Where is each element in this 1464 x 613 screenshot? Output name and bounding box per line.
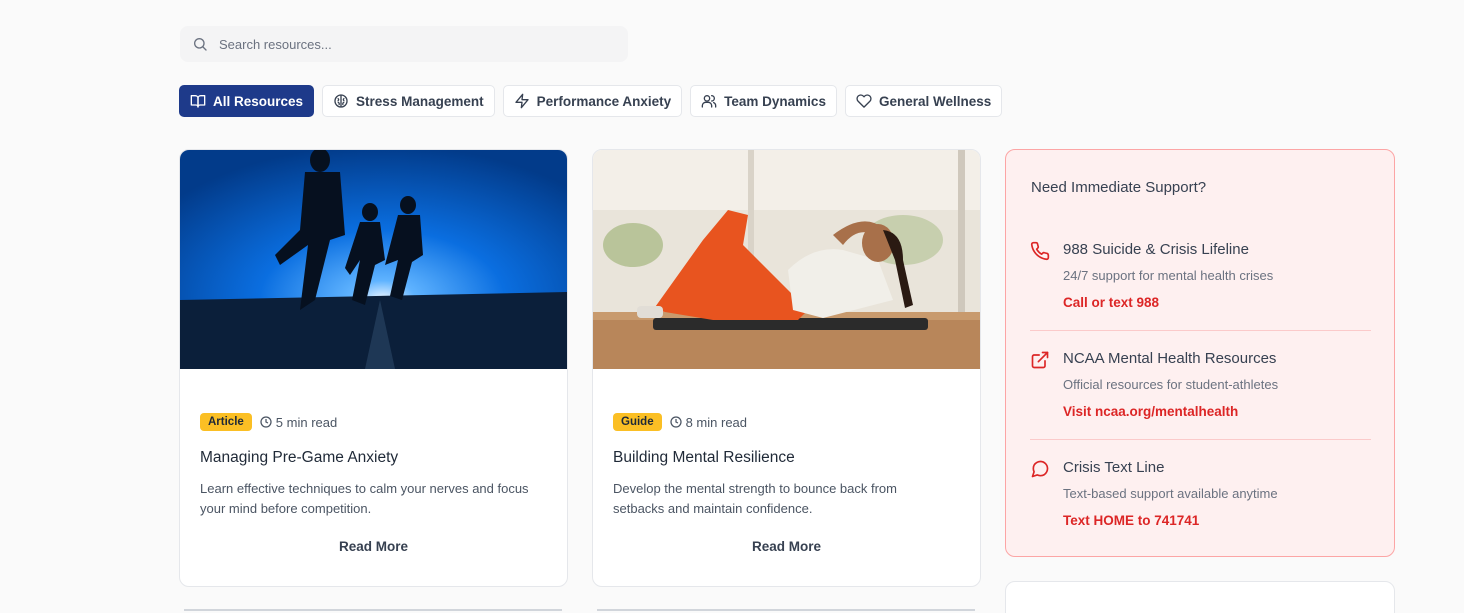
users-icon [701, 95, 717, 108]
filter-label: Stress Management [356, 93, 484, 109]
book-open-icon [190, 95, 206, 108]
support-item-link[interactable]: Visit ncaa.org/mentalhealth [1063, 404, 1238, 419]
card-meta: Article 5 min read [200, 413, 337, 431]
read-more-button[interactable]: Read More [593, 539, 980, 554]
filter-label: Performance Anxiety [536, 93, 672, 109]
support-item-description: Text-based support available anytime [1063, 486, 1278, 501]
support-item-name: Crisis Text Line [1063, 459, 1165, 476]
next-card-edge [184, 609, 562, 613]
divider [1030, 330, 1371, 331]
brain-icon [334, 94, 348, 108]
support-item-description: Official resources for student-athletes [1063, 377, 1279, 392]
card-title: Managing Pre-Game Anxiety [200, 449, 399, 466]
message-circle-icon [1031, 460, 1049, 478]
card-image-exercise [593, 150, 980, 369]
read-time: 5 min read [260, 415, 337, 430]
next-card-edge [597, 609, 975, 613]
search-bar[interactable] [180, 26, 628, 62]
card-description: Learn effective techniques to calm your … [200, 481, 529, 516]
read-time-text: 8 min read [685, 414, 748, 430]
filter-team-dynamics[interactable]: Team Dynamics [690, 85, 837, 117]
support-item-name: 988 Suicide & Crisis Lifeline [1063, 241, 1249, 258]
external-link-icon [1031, 351, 1049, 369]
filter-label: Team Dynamics [724, 93, 826, 109]
filter-label: General Wellness [878, 93, 992, 109]
type-badge: Guide [613, 413, 662, 431]
secondary-panel [1005, 581, 1395, 613]
card-description: Develop the mental strength to bounce ba… [613, 481, 897, 516]
resource-card[interactable]: Article 5 min read Managing Pre-Game Anx… [179, 149, 568, 587]
category-filters: All Resources Stress Management Performa… [179, 85, 1003, 117]
clock-icon [260, 416, 272, 428]
read-more-button[interactable]: Read More [180, 539, 567, 554]
support-item-description: 24/7 support for mental health crises [1063, 268, 1274, 283]
filter-stress-management[interactable]: Stress Management [322, 85, 495, 117]
read-time: 8 min read [669, 414, 748, 430]
support-item-link[interactable]: Call or text 988 [1063, 295, 1159, 310]
immediate-support-panel: Need Immediate Support? 988 Suicide & Cr… [1005, 149, 1395, 557]
read-time-text: 5 min read [275, 414, 338, 430]
card-meta: Guide 8 min read [613, 413, 747, 431]
search-input[interactable] [219, 36, 599, 52]
search-icon [194, 38, 207, 51]
support-item-name: NCAA Mental Health Resources [1063, 350, 1277, 367]
card-body: Guide 8 min read Building Mental Resilie… [593, 369, 980, 586]
card-title: Building Mental Resilience [613, 449, 795, 466]
filter-all-resources[interactable]: All Resources [179, 85, 315, 117]
card-body: Article 5 min read Managing Pre-Game Anx… [180, 369, 567, 586]
divider [1030, 439, 1371, 440]
resource-card[interactable]: Guide 8 min read Building Mental Resilie… [592, 149, 981, 587]
heart-icon [856, 94, 872, 108]
support-item-link[interactable]: Text HOME to 741741 [1063, 513, 1199, 528]
clock-icon [669, 416, 682, 428]
type-badge: Article [200, 413, 252, 431]
filter-label: All Resources [213, 93, 304, 109]
card-image-runners [180, 150, 567, 369]
filter-general-wellness[interactable]: General Wellness [844, 85, 1003, 117]
phone-icon [1030, 241, 1050, 261]
zap-icon [514, 93, 529, 109]
support-title: Need Immediate Support? [1031, 179, 1207, 196]
filter-performance-anxiety[interactable]: Performance Anxiety [502, 85, 683, 117]
